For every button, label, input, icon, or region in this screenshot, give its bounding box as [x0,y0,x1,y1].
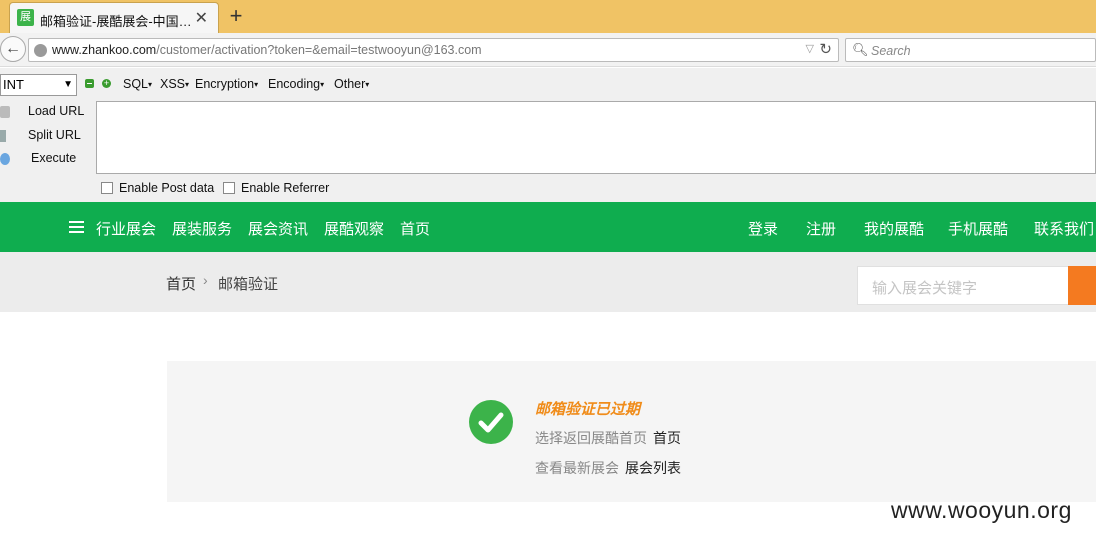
hackbar-url-textarea[interactable] [96,101,1096,174]
caret-icon: ▾ [365,80,370,90]
caret-icon: ▾ [185,80,190,90]
checkbox-label: Enable Referrer [241,181,330,195]
hackbar-menu-encryption[interactable]: Encryption▾ [195,77,258,91]
execute-icon [0,152,10,165]
browser-tab[interactable]: 展 邮箱验证-展酷展会-中国… ✕ [9,2,219,33]
hackbar-menu-label: SQL [123,77,149,91]
hackbar-menu-encoding[interactable]: Encoding▾ [268,77,324,91]
load-url-button[interactable]: Load URL [0,104,84,118]
message-panel: 邮箱验证已过期 选择返回展酷首页 首页 查看最新展会 展会列表 [167,361,1096,502]
message-line-list: 查看最新展会 展会列表 [535,458,681,478]
url-host: www.zhankoo.com [52,43,157,57]
nav-item-contact[interactable]: 联系我们 [1034,218,1094,239]
split-url-label: Split URL [28,128,81,142]
hackbar-menu-label: Encoding [268,77,321,91]
navigation-toolbar: ← www.zhankoo.com/customer/activation?to… [0,33,1096,67]
message-text: 查看最新展会 [535,460,619,476]
nav-item-mobile[interactable]: 手机展酷 [948,218,1008,239]
hackbar-panel: INT ▼ + SQL▾ XSS▾ Encryption▾ Encoding▾ O… [0,68,1096,202]
enable-post-data-checkbox[interactable]: Enable Post data [101,181,214,195]
nav-item-observation[interactable]: 展酷观察 [324,218,384,239]
hackbar-menu-label: XSS [160,77,186,91]
url-path: /customer/activation?token=&email=testwo… [156,43,482,57]
reload-icon[interactable]: ↻ [819,40,832,58]
decrease-icon[interactable] [85,79,94,88]
split-url-button[interactable]: Split URL [0,128,81,142]
search-icon: 🔍︎ [852,42,869,57]
hackbar-menu-xss[interactable]: XSS▾ [160,77,189,91]
new-tab-button[interactable]: + [226,3,246,29]
url-bar[interactable]: www.zhankoo.com/customer/activation?toke… [28,38,839,62]
checkbox-label: Enable Post data [119,181,215,195]
nav-item-booth-services[interactable]: 展装服务 [172,218,232,239]
breadcrumb-home[interactable]: 首页 [166,273,196,294]
nav-item-exhibitions[interactable]: 行业展会 [96,218,156,239]
breadcrumb-current: 邮箱验证 [218,276,279,293]
caret-icon: ▾ [254,80,259,90]
execute-label: Execute [31,151,77,165]
url-text[interactable]: www.zhankoo.com/customer/activation?toke… [52,43,482,57]
check-circle-icon [469,400,513,444]
nav-item-login[interactable]: 登录 [748,218,778,239]
increase-icon[interactable]: + [102,79,111,88]
chevron-down-icon: ▼ [63,79,73,90]
home-link[interactable]: 首页 [653,430,681,446]
hamburger-menu-icon[interactable] [69,221,84,233]
message-text: 选择返回展酷首页 [535,430,647,446]
site-search-button[interactable] [1068,266,1096,305]
exhibition-list-link[interactable]: 展会列表 [625,460,681,476]
globe-icon [34,44,47,57]
message-title: 邮箱验证已过期 [535,401,641,418]
checkbox-box[interactable] [223,182,235,194]
nav-item-my-account[interactable]: 我的展酷 [864,218,924,239]
enable-referrer-checkbox[interactable]: Enable Referrer [223,181,329,195]
hackbar-menu-sql[interactable]: SQL▾ [123,77,152,91]
back-button[interactable]: ← [0,36,26,62]
nav-item-home[interactable]: 首页 [400,218,430,239]
favicon-icon: 展 [17,9,34,26]
tab-strip: 展 邮箱验证-展酷展会-中国… ✕ + [0,0,1096,33]
close-tab-icon[interactable]: ✕ [195,8,208,28]
nav-item-register[interactable]: 注册 [806,218,836,239]
load-url-label: Load URL [28,104,85,118]
caret-icon: ▾ [320,80,325,90]
hackbar-menu-label: Encryption [195,77,255,91]
watermark: www.wooyun.org [891,497,1072,523]
breadcrumb-separator-icon: › [203,272,208,288]
browser-search-bar[interactable]: 🔍︎ Search [845,38,1096,62]
site-search-placeholder: 输入展会关键字 [872,280,978,297]
hackbar-type-select[interactable]: INT ▼ [0,74,77,96]
split-url-icon [0,129,6,142]
hackbar-menu-other[interactable]: Other▾ [334,77,369,91]
site-search-input[interactable]: 输入展会关键字 [857,266,1069,305]
tab-title: 邮箱验证-展酷展会-中国… [40,14,190,29]
caret-icon: ▾ [148,80,153,90]
nav-item-news[interactable]: 展会资讯 [248,218,308,239]
message-line-home: 选择返回展酷首页 首页 [535,428,681,448]
load-url-icon [0,105,10,118]
site-header: 行业展会 展装服务 展会资讯 展酷观察 首页 登录 注册 我的展酷 手机展酷 联… [0,202,1096,252]
checkbox-box[interactable] [101,182,113,194]
hackbar-menu-label: Other [334,77,366,91]
hackbar-type-value: INT [3,77,24,92]
breadcrumb-bar: 首页 › 邮箱验证 输入展会关键字 [0,252,1096,312]
browser-search-placeholder: Search [871,44,911,58]
execute-button[interactable]: Execute [0,151,76,165]
url-history-dropdown-icon[interactable]: ▽ [806,42,814,55]
